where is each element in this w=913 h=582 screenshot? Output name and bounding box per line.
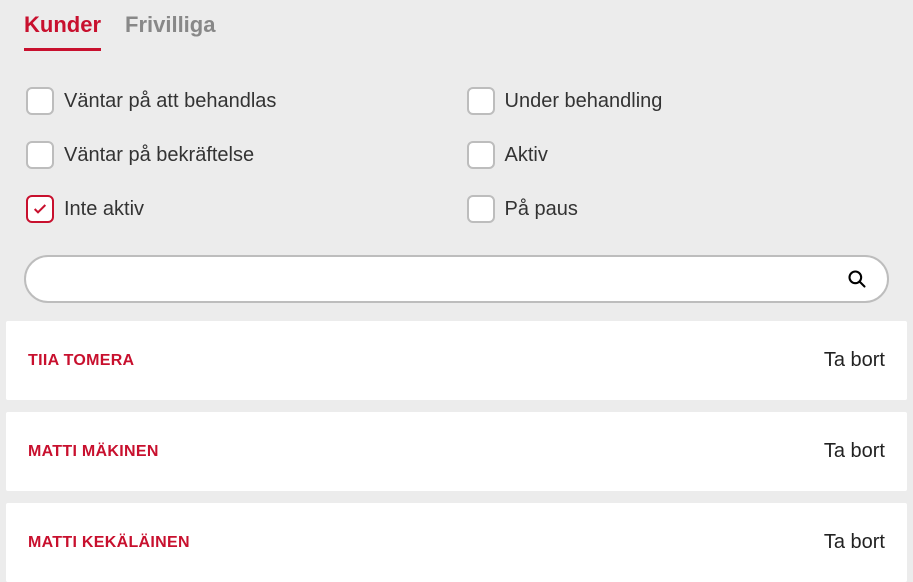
check-icon: [32, 201, 48, 217]
filter-label: Under behandling: [505, 90, 663, 113]
list-item[interactable]: TIIA TOMERA Ta bort: [6, 321, 907, 400]
filter-not-active[interactable]: Inte aktiv: [26, 195, 447, 223]
list-item[interactable]: MATTI KEKÄLÄINEN Ta bort: [6, 503, 907, 582]
search-icon[interactable]: [847, 269, 867, 289]
checkbox[interactable]: [467, 87, 495, 115]
filter-label: Väntar på att behandlas: [64, 90, 276, 113]
filter-label: Inte aktiv: [64, 198, 144, 221]
checkbox[interactable]: [467, 195, 495, 223]
remove-button[interactable]: Ta bort: [824, 440, 885, 463]
filter-label: Väntar på bekräftelse: [64, 144, 254, 167]
filter-paused[interactable]: På paus: [467, 195, 888, 223]
search-container: [0, 247, 913, 321]
filter-active[interactable]: Aktiv: [467, 141, 888, 169]
filter-label: På paus: [505, 198, 578, 221]
filter-waiting-process[interactable]: Väntar på att behandlas: [26, 87, 447, 115]
filter-waiting-confirm[interactable]: Väntar på bekräftelse: [26, 141, 447, 169]
search-field: [24, 255, 889, 303]
remove-button[interactable]: Ta bort: [824, 531, 885, 554]
tab-kunder[interactable]: Kunder: [24, 12, 101, 51]
person-name: TIIA TOMERA: [28, 352, 134, 370]
tabs: Kunder Frivilliga: [0, 0, 913, 51]
filter-label: Aktiv: [505, 144, 548, 167]
checkbox[interactable]: [26, 195, 54, 223]
filter-under-process[interactable]: Under behandling: [467, 87, 888, 115]
list-item[interactable]: MATTI MÄKINEN Ta bort: [6, 412, 907, 491]
remove-button[interactable]: Ta bort: [824, 349, 885, 372]
person-name: MATTI MÄKINEN: [28, 443, 159, 461]
checkbox[interactable]: [26, 87, 54, 115]
results-list: TIIA TOMERA Ta bort MATTI MÄKINEN Ta bor…: [0, 321, 913, 582]
tab-frivilliga[interactable]: Frivilliga: [125, 12, 215, 51]
filter-group: Väntar på att behandlas Under behandling…: [0, 51, 913, 247]
person-name: MATTI KEKÄLÄINEN: [28, 534, 190, 552]
checkbox[interactable]: [26, 141, 54, 169]
checkbox[interactable]: [467, 141, 495, 169]
search-input[interactable]: [26, 257, 887, 301]
